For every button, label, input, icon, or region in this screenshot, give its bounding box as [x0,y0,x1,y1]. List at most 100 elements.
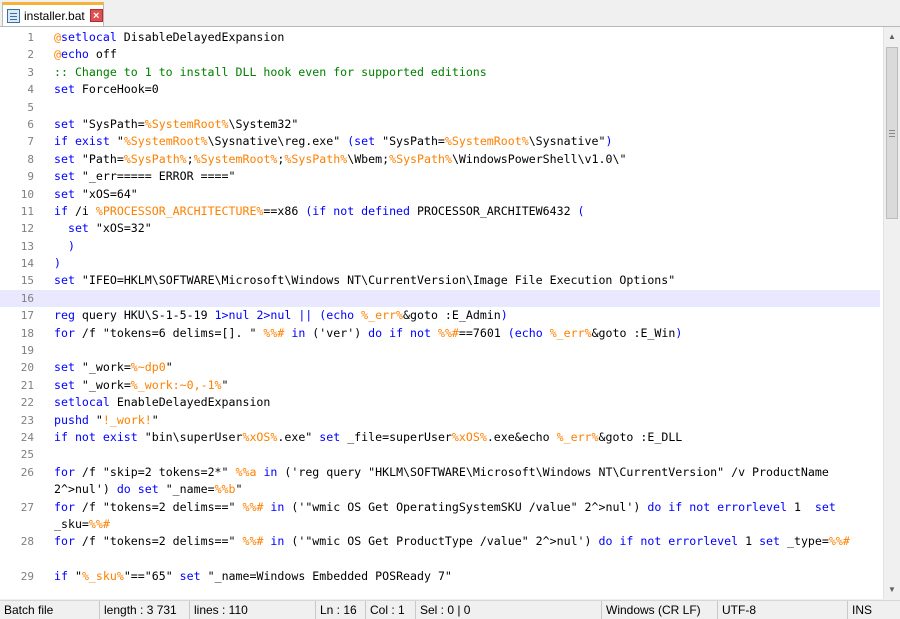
tab-installer-bat[interactable]: installer.bat × [2,2,104,26]
line-number: 11 [20,204,34,218]
line-number: 5 [27,100,34,114]
status-encoding[interactable]: UTF-8 [718,601,848,619]
line-number: 29 [20,570,34,584]
line-text[interactable]: ) [54,238,876,255]
line-number: 23 [20,413,34,427]
line-number: 12 [20,222,34,236]
code-line-17[interactable]: 17 reg query HKU\S-1-5-19 1>nul 2>nul || … [0,307,880,324]
line-text[interactable]: set "_work=%_work:~0,-1%" [54,377,876,394]
line-number: 26 [20,465,34,479]
status-file-type: Batch file [0,601,100,619]
line-number: 24 [20,430,34,444]
line-text[interactable]: reg query HKU\S-1-5-19 1>nul 2>nul || (e… [54,307,876,324]
line-number: 28 [20,535,34,549]
line-number: 13 [20,239,34,253]
scroll-down-icon[interactable]: ▼ [884,581,900,598]
status-bar: Batch file length : 3 731 lines : 110 Ln… [0,600,900,619]
line-text[interactable]: setlocal EnableDelayedExpansion [54,394,876,411]
scroll-up-icon[interactable]: ▲ [884,28,900,45]
code-line-24[interactable]: 24 if not exist "bin\superUser%xOS%.exe" … [0,429,880,446]
code-line-14[interactable]: 14) [0,255,880,272]
code-line-16[interactable]: 16 [0,289,880,308]
code-line-3[interactable]: 3:: Change to 1 to install DLL hook even… [0,64,880,81]
line-number: 16 [20,291,34,305]
line-text[interactable]: if /i %PROCESSOR_ARCHITECTURE%==x86 (if … [54,203,876,220]
line-number: 19 [20,344,34,358]
status-ln: Ln : 16 [316,601,366,619]
line-text[interactable]: if exist "%SystemRoot%\Sysnative\reg.exe… [54,133,876,150]
line-text[interactable]: set "_err===== ERROR ====" [54,168,876,185]
line-text[interactable]: @setlocal DisableDelayedExpansion [54,29,876,46]
line-text[interactable]: if "%_sku%"=="65" set "_name=Windows Emb… [54,568,876,585]
line-number: 27 [20,500,34,514]
line-text[interactable]: if not exist "bin\superUser%xOS%.exe" se… [54,429,876,446]
code-line-23[interactable]: 23 pushd "!_work!" [0,412,880,429]
line-number: 17 [20,309,34,323]
line-text[interactable]: set "IFEO=HKLM\SOFTWARE\Microsoft\Window… [54,272,876,289]
code-line-12[interactable]: 12 set "xOS=32" [0,220,880,237]
code-line-29[interactable]: 29 if "%_sku%"=="65" set "_name=Windows E… [0,568,880,585]
line-text[interactable]: ) [54,255,876,272]
line-number: 4 [27,83,34,97]
tab-title: installer.bat [24,8,85,23]
vertical-scrollbar[interactable]: ▲ ▼ [883,27,900,599]
status-lines: lines : 110 [190,601,316,619]
line-number: 21 [20,378,34,392]
scrollbar-thumb[interactable] [886,47,898,219]
code-line-27[interactable]: 27 for /f "tokens=2 delims==" %%# in ('"w… [0,499,880,534]
line-number: 15 [20,274,34,288]
code-line-13[interactable]: 13 ) [0,238,880,255]
code-line-22[interactable]: 22 setlocal EnableDelayedExpansion [0,394,880,411]
code-line-18[interactable]: 18 for /f "tokens=6 delims=[]. " %%# in (… [0,325,880,342]
code-line-1[interactable]: 1 @setlocal DisableDelayedExpansion [0,29,880,46]
code-line-8[interactable]: 8 set "Path=%SysPath%;%SystemRoot%;%SysPa… [0,151,880,168]
code-line-11[interactable]: 11 if /i %PROCESSOR_ARCHITECTURE%==x86 (i… [0,203,880,220]
line-text[interactable]: set "SysPath=%SystemRoot%\System32" [54,116,876,133]
code-line-20[interactable]: 20 set "_work=%~dp0" [0,359,880,376]
status-col: Col : 1 [366,601,416,619]
line-number: 2 [27,48,34,62]
line-text[interactable]: set ForceHook=0 [54,81,876,98]
status-sel: Sel : 0 | 0 [416,601,602,619]
code-line-25[interactable]: 25 [0,446,880,463]
code-line-7[interactable]: 7 if exist "%SystemRoot%\Sysnative\reg.ex… [0,133,880,150]
code-line-19[interactable]: 19 [0,342,880,359]
line-text[interactable]: set "xOS=32" [54,220,876,237]
line-number: 9 [27,170,34,184]
code-line-2[interactable]: 2 @echo off [0,46,880,63]
line-text[interactable]: set "Path=%SysPath%;%SystemRoot%;%SysPat… [54,151,876,168]
code-line-21[interactable]: 21 set "_work=%_work:~0,-1%" [0,377,880,394]
status-mode[interactable]: INS [848,601,900,619]
line-number: 25 [20,448,34,462]
code-line-5[interactable]: 5 [0,99,880,116]
line-number: 22 [20,396,34,410]
line-text[interactable]: for /f "tokens=2 delims==" %%# in ('"wmi… [54,499,876,534]
grip-icon [889,130,895,137]
code-line-9[interactable]: 9 set "_err===== ERROR ====" [0,168,880,185]
line-number: 20 [20,361,34,375]
code-line-26[interactable]: 26 for /f "skip=2 tokens=2*" %%a in ('reg… [0,464,880,499]
line-text[interactable]: set "xOS=64" [54,186,876,203]
code-lines: 1 @setlocal DisableDelayedExpansion 2 @echo… [0,29,880,586]
line-text[interactable]: for /f "tokens=6 delims=[]. " %%# in ('v… [54,325,876,342]
line-text[interactable]: pushd "!_work!" [54,412,876,429]
code-line-10[interactable]: 10 set "xOS=64" [0,186,880,203]
line-text[interactable]: @echo off [54,46,876,63]
line-number: 8 [27,152,34,166]
code-editor[interactable]: 1 @setlocal DisableDelayedExpansion 2 @echo… [0,27,900,599]
line-text[interactable]: for /f "skip=2 tokens=2*" %%a in ('reg q… [54,464,876,499]
line-number: 18 [20,326,34,340]
line-number: 3 [27,65,34,79]
line-text[interactable]: :: Change to 1 to install DLL hook even … [54,64,876,81]
code-line-28[interactable]: 28 for /f "tokens=2 delims==" %%# in ('"w… [0,533,880,568]
code-line-4[interactable]: 4 set ForceHook=0 [0,81,880,98]
code-line-15[interactable]: 15 set "IFEO=HKLM\SOFTWARE\Microsoft\Wind… [0,272,880,289]
close-tab-icon[interactable]: × [89,9,103,22]
file-icon [7,8,20,23]
line-number: 6 [27,117,34,131]
status-eol[interactable]: Windows (CR LF) [602,601,718,619]
code-line-6[interactable]: 6 set "SysPath=%SystemRoot%\System32" [0,116,880,133]
line-number: 1 [27,31,34,44]
line-text[interactable]: set "_work=%~dp0" [54,359,876,376]
line-text[interactable]: for /f "tokens=2 delims==" %%# in ('"wmi… [54,533,876,550]
